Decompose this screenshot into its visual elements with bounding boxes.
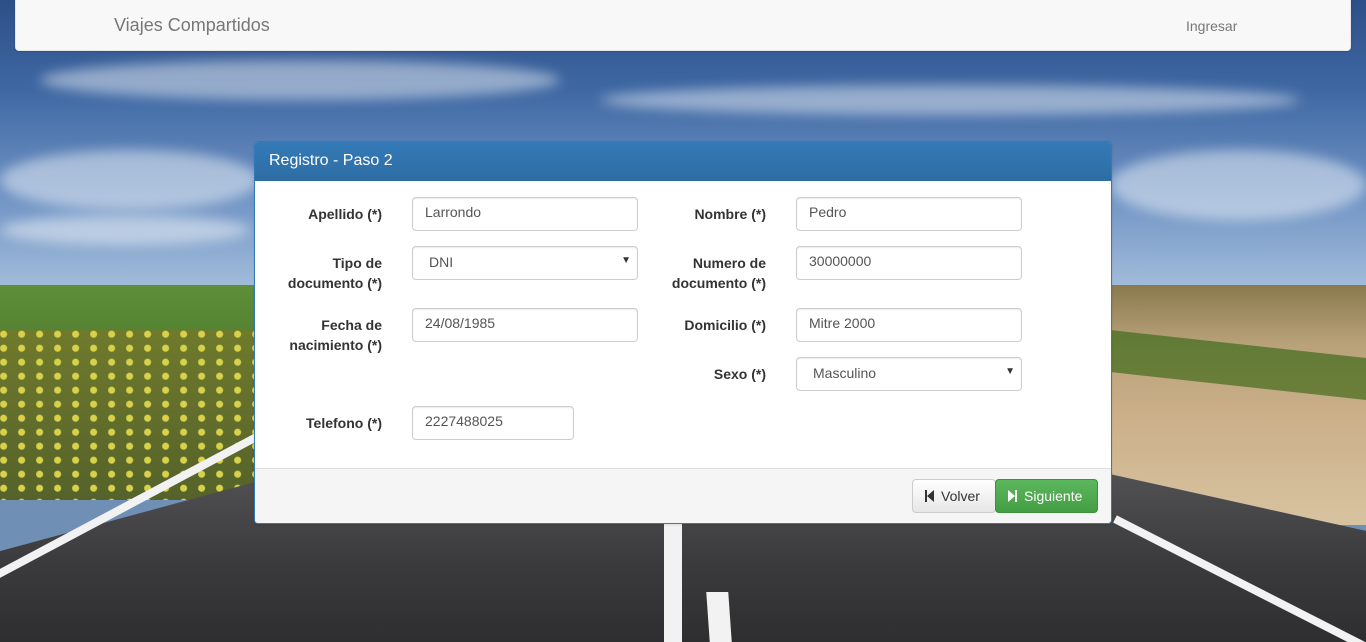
- sexo-label: Sexo (*): [713, 366, 766, 382]
- cloud: [1110, 150, 1366, 220]
- next-button-label: Siguiente: [1024, 488, 1083, 504]
- sexo-select[interactable]: Masculino ▼: [796, 357, 1022, 391]
- fecha-nacimiento-input[interactable]: 24/08/1985: [412, 308, 638, 342]
- domicilio-input[interactable]: Mitre 2000: [796, 308, 1022, 342]
- caret-down-icon: ▼: [1005, 366, 1015, 377]
- caret-down-icon: ▼: [621, 255, 631, 266]
- back-button-label: Volver: [941, 488, 980, 504]
- nombre-label: Nombre (*): [694, 206, 766, 222]
- tipo-documento-label-line2: documento (*): [287, 275, 382, 291]
- cloud: [40, 60, 560, 100]
- step-backward-icon: [925, 490, 935, 502]
- login-link[interactable]: Ingresar: [1186, 18, 1237, 34]
- domicilio-label: Domicilio (*): [684, 317, 766, 333]
- cloud: [600, 85, 1300, 115]
- registration-form: Apellido (*) Larrondo Nombre (*) Pedro T…: [255, 181, 1111, 470]
- top-navbar: Viajes Compartidos Ingresar: [15, 0, 1351, 51]
- cloud: [0, 150, 260, 210]
- panel-title: Registro - Paso 2: [255, 142, 1111, 181]
- road-center-line: [664, 520, 682, 642]
- telefono-input[interactable]: 2227488025: [412, 406, 574, 440]
- registration-panel: Registro - Paso 2 Apellido (*) Larrondo …: [254, 141, 1112, 524]
- numero-documento-label: Numero de documento (*): [655, 253, 766, 293]
- numero-documento-input[interactable]: 30000000: [796, 246, 1022, 280]
- numero-documento-label-line1: Numero de: [692, 255, 766, 271]
- step-forward-icon: [1008, 490, 1018, 502]
- cloud: [0, 215, 250, 245]
- numero-documento-label-line2: documento (*): [671, 275, 766, 291]
- nombre-input[interactable]: Pedro: [796, 197, 1022, 231]
- back-button[interactable]: Volver: [912, 479, 996, 513]
- fecha-nacimiento-label-line2: nacimiento (*): [289, 337, 382, 353]
- next-button[interactable]: Siguiente: [995, 479, 1098, 513]
- sexo-value: Masculino: [813, 365, 877, 381]
- telefono-label: Telefono (*): [306, 415, 382, 431]
- tipo-documento-select[interactable]: DNI ▼: [412, 246, 638, 280]
- tipo-documento-label: Tipo de documento (*): [275, 253, 382, 293]
- apellido-label: Apellido (*): [308, 206, 382, 222]
- apellido-input[interactable]: Larrondo: [412, 197, 638, 231]
- panel-footer: Volver Siguiente: [255, 468, 1111, 523]
- tipo-documento-value: DNI: [429, 254, 454, 270]
- fecha-nacimiento-label: Fecha de nacimiento (*): [275, 315, 382, 355]
- brand-title[interactable]: Viajes Compartidos: [114, 15, 270, 36]
- fecha-nacimiento-label-line1: Fecha de: [321, 317, 382, 333]
- flowers: [0, 330, 280, 500]
- tipo-documento-label-line1: Tipo de: [332, 255, 382, 271]
- road-center-dash: [706, 592, 732, 642]
